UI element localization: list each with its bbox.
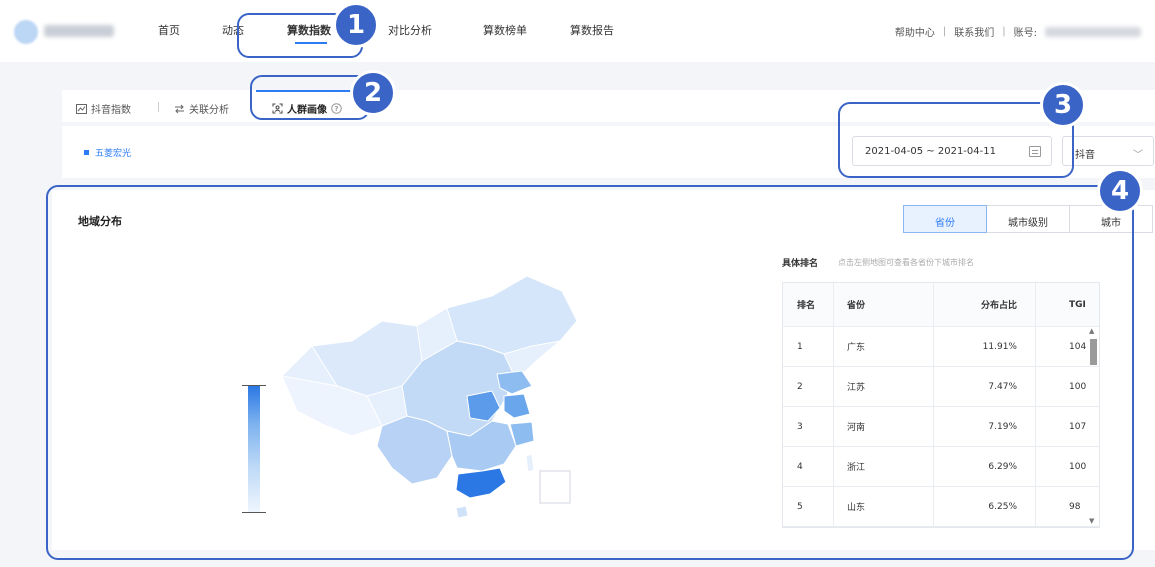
legend-bottom-handle[interactable]: [242, 512, 266, 513]
row-tgi: 100: [1069, 381, 1087, 392]
date-range-value: 2021-04-05 ~ 2021-04-11: [865, 146, 996, 157]
map-region-taiwan[interactable]: [525, 453, 535, 473]
top-right-links: 帮助中心 | 联系我们 | 账号:: [895, 24, 1141, 39]
segment-province[interactable]: 省份: [903, 205, 987, 233]
sub-tabs: 抖音指数 关联分析 人群画像 ?: [62, 90, 1155, 122]
annotation-badge-4: 4: [1097, 168, 1143, 214]
keyword-tag[interactable]: 五菱宏光: [84, 146, 131, 159]
nav-compare[interactable]: 对比分析: [388, 22, 432, 38]
scroll-up-icon[interactable]: ▲: [1089, 327, 1094, 335]
divider: [158, 102, 159, 112]
tab-label: 人群画像: [287, 105, 327, 116]
row-tgi: 100: [1069, 461, 1087, 472]
table-scrollbar[interactable]: ▲ ▼: [1089, 327, 1097, 527]
contact-link[interactable]: 联系我们: [954, 24, 994, 39]
row-rank: 3: [797, 421, 803, 432]
tab-douyin-index[interactable]: 抖音指数: [76, 101, 131, 116]
header-rank[interactable]: 排名: [797, 283, 815, 326]
header-tgi[interactable]: TGI: [1069, 283, 1086, 326]
filter-bar: 五菱宏光 2021-04-05 ~ 2021-04-11 抖音 ﹀: [62, 126, 1155, 178]
tab-label: 关联分析: [189, 105, 229, 116]
row-province: 浙江: [847, 463, 866, 473]
row-province: 江苏: [847, 383, 866, 393]
logo-text-blurred: [44, 25, 114, 37]
south-sea-inset: [539, 470, 571, 504]
row-rank: 2: [797, 381, 803, 392]
china-map[interactable]: [242, 246, 622, 546]
table-row[interactable]: 3 河南 7.19% 107: [783, 407, 1099, 447]
tab-relation-analysis[interactable]: 关联分析: [174, 101, 229, 116]
column-divider: [1035, 283, 1036, 527]
platform-value: 抖音: [1075, 150, 1095, 161]
column-divider: [833, 283, 834, 527]
question-icon[interactable]: ?: [331, 103, 342, 114]
table-row[interactable]: 5 山东 6.25% 98: [783, 487, 1099, 527]
calendar-icon: [1029, 146, 1041, 157]
table-row[interactable]: 2 江苏 7.47% 100: [783, 367, 1099, 407]
ranking-table: 排名 省份 分布占比 TGI 1 广东 11.91% 104 2 江苏 7.47…: [782, 282, 1100, 528]
annotation-badge-2: 2: [350, 70, 396, 116]
scroll-down-icon[interactable]: ▼: [1089, 517, 1094, 525]
nav-active-indicator: [295, 42, 327, 44]
tab-crowd-portrait[interactable]: 人群画像 ?: [272, 101, 342, 116]
row-share: 11.91%: [982, 341, 1017, 352]
nav-home[interactable]: 首页: [158, 22, 180, 38]
help-center-link[interactable]: 帮助中心: [895, 24, 935, 39]
svg-text:?: ?: [334, 105, 338, 113]
row-share: 6.25%: [988, 501, 1017, 512]
row-rank: 4: [797, 461, 803, 472]
map-legend-gradient[interactable]: [248, 386, 260, 512]
chart-icon: [76, 103, 87, 114]
tab-active-indicator: [256, 90, 354, 92]
row-tgi: 107: [1069, 421, 1087, 432]
card-title: 地域分布: [78, 215, 122, 228]
top-navbar: 首页 动态 算数指数 对比分析 算数榜单 算数报告 帮助中心 | 联系我们 | …: [0, 0, 1155, 62]
nav-trends[interactable]: 动态: [222, 22, 244, 38]
logo-icon: [14, 20, 38, 44]
nav-rankings[interactable]: 算数榜单: [483, 22, 527, 38]
table-row[interactable]: 1 广东 11.91% 104: [783, 327, 1099, 367]
map-region-jiangsu[interactable]: [503, 393, 531, 419]
table-row[interactable]: 4 浙江 6.29% 100: [783, 447, 1099, 487]
map-region-hainan[interactable]: [455, 505, 469, 519]
logo[interactable]: [14, 18, 114, 44]
row-tgi: 104: [1069, 341, 1087, 352]
account-name-blurred[interactable]: [1045, 26, 1141, 37]
scroll-thumb[interactable]: [1090, 339, 1097, 365]
keyword-dot: [84, 150, 89, 155]
chevron-down-icon: ﹀: [1133, 150, 1143, 161]
row-rank: 5: [797, 501, 803, 512]
row-province: 山东: [847, 503, 866, 513]
divider: |: [942, 26, 947, 37]
segment-city-level[interactable]: 城市级别: [986, 205, 1070, 233]
row-tgi: 98: [1069, 501, 1081, 512]
header-share[interactable]: 分布占比: [933, 283, 1017, 326]
row-province: 河南: [847, 423, 866, 433]
row-share: 7.47%: [988, 381, 1017, 392]
keyword-label: 五菱宏光: [95, 149, 132, 159]
date-range-picker[interactable]: 2021-04-05 ~ 2021-04-11: [852, 136, 1052, 166]
platform-select[interactable]: 抖音 ﹀: [1062, 136, 1154, 166]
map-region-guangdong[interactable]: [455, 467, 507, 499]
ranking-hint: 点击左侧地图可查看各省份下城市排名: [838, 258, 974, 267]
nav-reports[interactable]: 算数报告: [570, 22, 614, 38]
column-divider: [933, 283, 934, 527]
table-header: 排名 省份 分布占比 TGI: [783, 283, 1099, 327]
legend-top-handle[interactable]: [242, 385, 266, 386]
annotation-badge-3: 3: [1040, 82, 1086, 128]
row-share: 7.19%: [988, 421, 1017, 432]
swap-icon: [175, 104, 184, 113]
account-label: 账号:: [1013, 28, 1037, 39]
tab-label: 抖音指数: [91, 105, 131, 116]
scan-face-icon: [272, 103, 283, 114]
header-province[interactable]: 省份: [847, 283, 865, 326]
region-distribution-card: 地域分布 省份 城市级别 城市 具体排名 点击左侧地图可查看各省份下城市排名 排…: [52, 190, 1155, 550]
ranking-title: 具体排名: [782, 259, 819, 269]
row-share: 6.29%: [988, 461, 1017, 472]
annotation-badge-1: 1: [333, 2, 379, 48]
divider: |: [1002, 26, 1006, 37]
row-rank: 1: [797, 341, 803, 352]
nav-index[interactable]: 算数指数: [287, 22, 331, 38]
row-province: 广东: [847, 343, 866, 353]
